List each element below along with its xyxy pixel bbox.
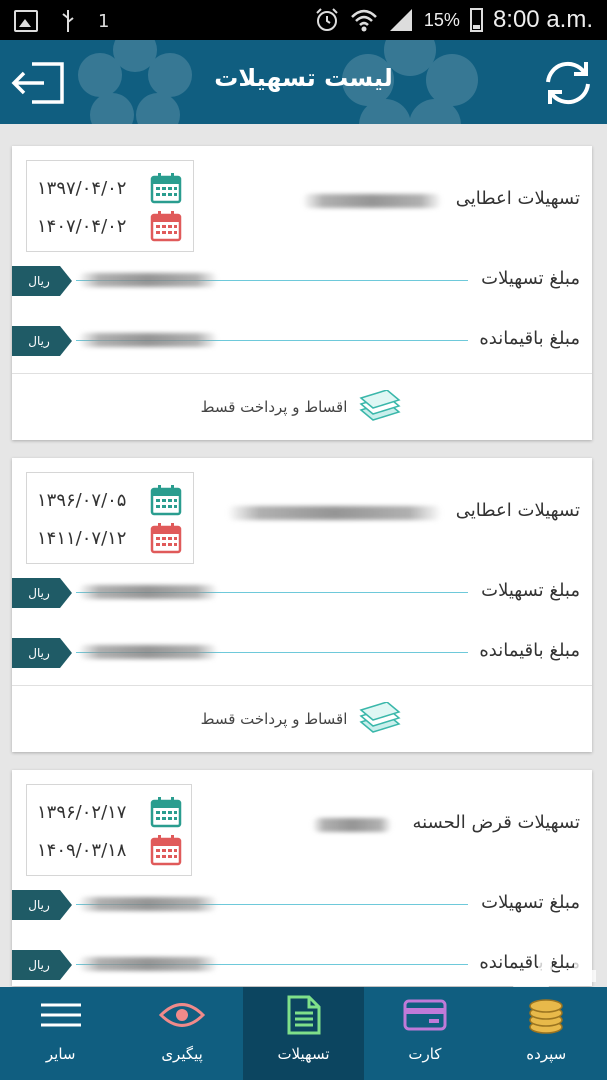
document-icon bbox=[287, 995, 321, 1035]
end-date: ۱۴۰۷/۰۴/۰۲ bbox=[37, 215, 127, 237]
installments-button[interactable]: اقساط و پرداخت قسط bbox=[12, 373, 592, 440]
currency-tag: ریال bbox=[12, 326, 72, 356]
redacted-amount bbox=[78, 897, 218, 911]
calendar-end-icon bbox=[150, 835, 182, 866]
nav-other[interactable]: سایر bbox=[0, 987, 121, 1080]
calendar-end-icon bbox=[150, 211, 182, 242]
nav-card-label: کارت bbox=[408, 1045, 442, 1063]
refresh-button[interactable] bbox=[540, 58, 596, 108]
coins-icon bbox=[529, 999, 563, 1034]
bottom-navigation: سایر پیگیری تسهیلات کارت سپرده bbox=[0, 987, 607, 1080]
loan-amount-row: ریال مبلغ تسهیلات bbox=[12, 266, 592, 300]
redacted-amount bbox=[78, 333, 218, 347]
date-box: ۱۳۹۶/۰۲/۱۷ ۱۴۰۹/۰۳/۱۸ bbox=[26, 784, 192, 876]
currency-tag: ریال bbox=[12, 578, 72, 608]
currency-tag: ریال bbox=[12, 890, 72, 920]
remaining-amount-row: ریال مبلغ باقیمانده bbox=[12, 950, 592, 984]
calendar-start-icon bbox=[150, 797, 182, 828]
loan-amount-label: مبلغ تسهیلات bbox=[475, 268, 580, 289]
nav-loans-label: تسهیلات bbox=[277, 1045, 330, 1063]
nav-other-label: سایر bbox=[45, 1045, 76, 1063]
money-stack-icon bbox=[359, 702, 401, 733]
end-date: ۱۴۰۹/۰۳/۱۸ bbox=[37, 839, 127, 861]
redacted-amount bbox=[78, 957, 218, 971]
money-stack-icon bbox=[359, 390, 401, 421]
nav-card[interactable]: کارت bbox=[364, 987, 485, 1080]
sim-indicator: 1 bbox=[98, 10, 110, 32]
loan-amount-label: مبلغ تسهیلات bbox=[475, 580, 580, 601]
currency-tag: ریال bbox=[12, 638, 72, 668]
calendar-end-icon bbox=[150, 523, 182, 554]
installments-button[interactable]: اقساط و پرداخت قسط bbox=[12, 685, 592, 752]
redacted-account bbox=[227, 506, 442, 520]
date-box: ۱۳۹۷/۰۴/۰۲ ۱۴۰۷/۰۴/۰۲ bbox=[26, 160, 194, 252]
usb-icon bbox=[62, 10, 74, 32]
loan-type: تسهیلات قرض الحسنه bbox=[412, 812, 580, 833]
loan-card: ۱۳۹۶/۰۲/۱۷ ۱۴۰۹/۰۳/۱۸ تسهیلات قرض الحسنه… bbox=[12, 770, 592, 986]
redacted-amount bbox=[78, 585, 218, 599]
start-date: ۱۳۹۷/۰۴/۰۲ bbox=[37, 177, 127, 199]
image-icon bbox=[14, 10, 38, 32]
loan-amount-label: مبلغ تسهیلات bbox=[475, 892, 580, 913]
page-title: لیست تسهیلات bbox=[214, 64, 393, 92]
start-date: ۱۳۹۶/۰۲/۱۷ bbox=[37, 801, 127, 823]
loan-type: تسهیلات اعطایی bbox=[455, 500, 580, 521]
end-date: ۱۴۱۱/۰۷/۱۲ bbox=[37, 527, 127, 549]
installments-label: اقساط و پرداخت قسط bbox=[200, 710, 348, 728]
redacted-account bbox=[312, 818, 392, 832]
nav-tracking[interactable]: پیگیری bbox=[121, 987, 242, 1080]
remaining-amount-row: ریال مبلغ باقیمانده bbox=[12, 638, 592, 672]
remaining-amount-row: ریال مبلغ باقیمانده bbox=[12, 326, 592, 360]
nav-loans[interactable]: تسهیلات bbox=[242, 987, 365, 1080]
clock: 8:00 a.m. bbox=[492, 6, 593, 33]
redacted-account bbox=[302, 194, 442, 208]
refresh-icon bbox=[546, 61, 590, 105]
status-bar: 1 15% 8:00 a.m. bbox=[0, 0, 607, 40]
currency-tag: ریال bbox=[12, 950, 72, 980]
battery-percent: 15% bbox=[423, 9, 460, 30]
remaining-amount-label: مبلغ باقیمانده bbox=[473, 640, 580, 661]
loan-amount-row: ریال مبلغ تسهیلات bbox=[12, 578, 592, 612]
redacted-amount bbox=[78, 645, 218, 659]
installments-label: اقساط و پرداخت قسط bbox=[200, 398, 348, 416]
card-icon bbox=[403, 999, 447, 1031]
loan-card: ۱۳۹۶/۰۷/۰۵ ۱۴۱۱/۰۷/۱۲ تسهیلات اعطایی ریا… bbox=[12, 458, 592, 752]
nav-deposit-label: سپرده bbox=[526, 1045, 567, 1063]
nav-deposit[interactable]: سپرده bbox=[486, 987, 607, 1080]
wifi-icon bbox=[351, 9, 377, 32]
date-box: ۱۳۹۶/۰۷/۰۵ ۱۴۱۱/۰۷/۱۲ bbox=[26, 472, 194, 564]
loan-card: ۱۳۹۷/۰۴/۰۲ ۱۴۰۷/۰۴/۰۲ تسهیلات اعطایی ریا… bbox=[12, 146, 592, 440]
redacted-amount bbox=[78, 273, 218, 287]
app-header: لیست تسهیلات bbox=[0, 40, 607, 124]
calendar-start-icon bbox=[150, 485, 182, 516]
menu-icon bbox=[40, 1003, 81, 1027]
loan-type: تسهیلات اعطایی bbox=[455, 188, 580, 209]
calendar-start-icon bbox=[150, 173, 182, 204]
start-date: ۱۳۹۶/۰۷/۰۵ bbox=[37, 489, 127, 511]
currency-tag: ریال bbox=[12, 266, 72, 296]
battery-icon bbox=[469, 8, 483, 32]
eye-icon bbox=[159, 1003, 206, 1027]
remaining-amount-label: مبلغ باقیمانده bbox=[473, 328, 580, 349]
nav-tracking-label: پیگیری bbox=[161, 1045, 203, 1063]
signal-icon bbox=[389, 9, 412, 31]
loan-amount-row: ریال مبلغ تسهیلات bbox=[12, 890, 592, 924]
alarm-icon bbox=[316, 8, 338, 31]
